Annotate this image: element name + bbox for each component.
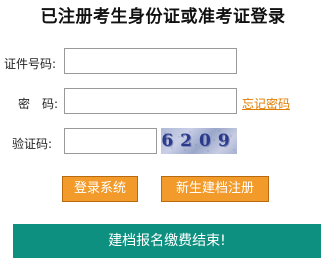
page-title: 已注册考生身份证或准考证登录: [40, 7, 286, 27]
password-input[interactable]: [64, 88, 237, 114]
registration-closed-banner: 建档报名缴费结束!: [13, 224, 321, 258]
password-label: 密 码:: [18, 97, 59, 111]
register-button[interactable]: 新生建档注册: [161, 176, 269, 202]
captcha-image[interactable]: 6209: [161, 128, 237, 154]
id-number-label: 证件号码:: [4, 57, 57, 71]
captcha-input[interactable]: [64, 128, 157, 154]
id-number-input[interactable]: [64, 48, 237, 74]
captcha-code: 6209: [161, 131, 237, 151]
captcha-label: 验证码:: [12, 137, 53, 151]
login-button[interactable]: 登录系统: [62, 176, 138, 202]
forgot-password-link[interactable]: 忘记密码: [242, 95, 290, 112]
